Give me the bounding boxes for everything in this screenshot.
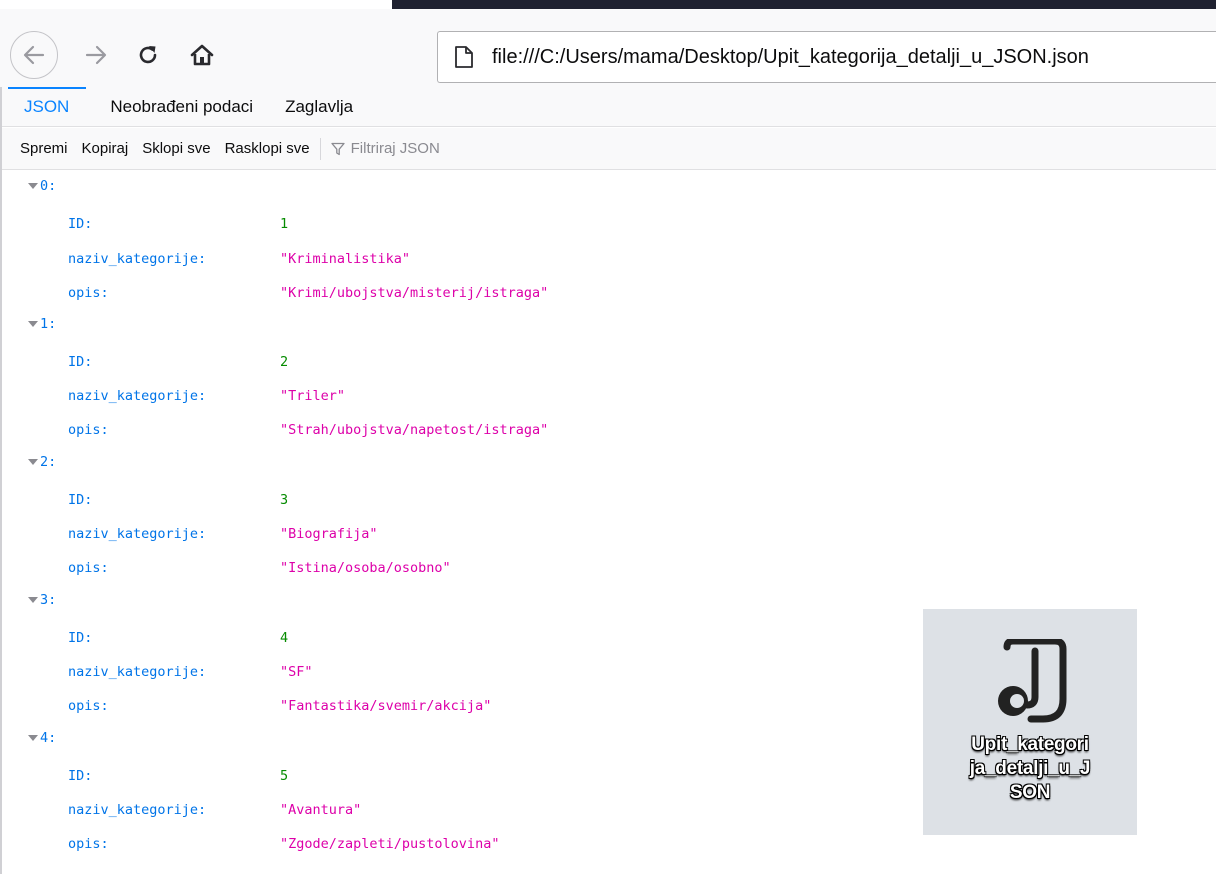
desktop-file-label-line: Upit_kategori [971, 734, 1089, 755]
tree-row: naziv_kategorije: "Biografija" [0, 522, 900, 546]
json-string-value: "Avantura" [280, 802, 362, 818]
desktop-file-label-line: SON [1009, 782, 1051, 803]
home-button[interactable] [182, 31, 222, 79]
expand-twisty-icon[interactable] [28, 597, 38, 603]
record-index: 3: [40, 592, 57, 608]
filter-icon [330, 142, 345, 156]
expand-twisty-icon[interactable] [28, 183, 38, 189]
json-key: opis: [68, 560, 109, 576]
arrow-left-icon [23, 45, 45, 65]
json-string-value: "Krimi/ubojstva/misterij/istraga" [280, 285, 549, 301]
record-index: 2: [40, 454, 57, 470]
arrow-right-icon [85, 45, 107, 65]
filter-placeholder: Filtriraj JSON [350, 140, 440, 157]
tree-row-index[interactable]: 2: [0, 450, 900, 474]
json-key: opis: [68, 836, 109, 852]
browser-window: file:///C:/Users/mama/Desktop/Upit_kateg… [0, 0, 1216, 874]
expand-all-button[interactable]: Rasklopi sve [225, 140, 310, 157]
tree-row: opis: "Fantastika/svemir/akcija" [0, 694, 900, 718]
tree-row-index[interactable]: 1: [0, 312, 900, 336]
tree-row-index[interactable]: 3: [0, 588, 900, 612]
json-number-value: 2 [280, 354, 289, 370]
address-bar[interactable]: file:///C:/Users/mama/Desktop/Upit_kateg… [437, 31, 1216, 83]
json-key: naziv_kategorije: [68, 388, 207, 404]
json-key: naziv_kategorije: [68, 802, 207, 818]
address-bar-url: file:///C:/Users/mama/Desktop/Upit_kateg… [492, 45, 1089, 68]
tab-raw-data[interactable]: Neobrađeni podaci [94, 87, 269, 126]
window-top-edge [392, 0, 1216, 9]
json-string-value: "Triler" [280, 388, 346, 404]
json-number-value: 3 [280, 492, 289, 508]
navigation-toolbar: file:///C:/Users/mama/Desktop/Upit_kateg… [0, 9, 1216, 87]
json-key: ID: [68, 354, 93, 370]
collapse-all-button[interactable]: Sklopi sve [142, 140, 210, 157]
desktop-file-label-line: ja_detalji_u_J [969, 758, 1091, 779]
json-string-value: "Istina/osoba/osobno" [280, 560, 451, 576]
tree-row-index[interactable]: 0: [0, 174, 900, 198]
reload-icon [139, 46, 157, 64]
desktop-file-label: Upit_kategori ja_detalji_u_J SON [933, 733, 1127, 805]
record-index: 1: [40, 316, 57, 332]
json-string-value: "Zgode/zapleti/pustolovina" [280, 836, 500, 852]
tree-row: opis: "Strah/ubojstva/napetost/istraga" [0, 418, 900, 442]
expand-twisty-icon[interactable] [28, 459, 38, 465]
tree-row: ID: 1 [0, 212, 900, 236]
page-icon [450, 43, 478, 71]
record-index: 4: [40, 730, 57, 746]
tree-row: ID: 5 [0, 764, 900, 788]
save-button[interactable]: Spremi [20, 140, 68, 157]
json-key: opis: [68, 285, 109, 301]
json-viewer-tabs: JSON Neobrađeni podaci Zaglavlja [0, 87, 1216, 127]
json-key: ID: [68, 630, 93, 646]
tree-row: naziv_kategorije: "SF" [0, 660, 900, 684]
tree-row: opis: "Zgode/zapleti/pustolovina" [0, 832, 900, 856]
forward-button[interactable] [76, 31, 116, 79]
tab-json[interactable]: JSON [0, 87, 94, 126]
json-number-value: 4 [280, 630, 289, 646]
json-file-icon [998, 639, 1067, 723]
json-key: ID: [68, 768, 93, 784]
json-string-value: "Strah/ubojstva/napetost/istraga" [280, 422, 549, 438]
back-button[interactable] [10, 31, 58, 79]
json-number-value: 1 [280, 216, 289, 232]
tab-headers[interactable]: Zaglavlja [269, 87, 369, 126]
copy-button[interactable]: Kopiraj [82, 140, 129, 157]
tree-row: naziv_kategorije: "Triler" [0, 384, 900, 408]
expand-twisty-icon[interactable] [28, 321, 38, 327]
tree-row: opis: "Krimi/ubojstva/misterij/istraga" [0, 281, 900, 305]
tree-row: ID: 3 [0, 488, 900, 512]
tree-row: ID: 4 [0, 626, 900, 650]
json-key: naziv_kategorije: [68, 526, 207, 542]
reload-button[interactable] [128, 31, 168, 79]
json-key: opis: [68, 422, 109, 438]
record-index: 0: [40, 178, 57, 194]
filter-json-input[interactable]: Filtriraj JSON [330, 140, 440, 157]
tree-row: opis: "Istina/osoba/osobno" [0, 556, 900, 580]
tree-row: ID: 2 [0, 350, 900, 374]
tree-row: naziv_kategorije: "Kriminalistika" [0, 247, 900, 271]
json-key: ID: [68, 492, 93, 508]
desktop-file-shortcut[interactable]: Upit_kategori ja_detalji_u_J SON [923, 609, 1137, 835]
expand-twisty-icon[interactable] [28, 735, 38, 741]
json-string-value: "SF" [280, 664, 313, 680]
json-toolbar: Spremi Kopiraj Sklopi sve Rasklopi sve F… [0, 128, 1216, 170]
json-key: naziv_kategorije: [68, 251, 207, 267]
json-number-value: 5 [280, 768, 289, 784]
json-string-value: "Biografija" [280, 526, 378, 542]
json-key: ID: [68, 216, 93, 232]
json-string-value: "Kriminalistika" [280, 251, 411, 267]
json-key: opis: [68, 698, 109, 714]
home-icon [190, 44, 214, 66]
toolbar-divider [319, 137, 321, 160]
tree-row: naziv_kategorije: "Avantura" [0, 798, 900, 822]
tree-row-index[interactable]: 4: [0, 726, 900, 750]
json-key: naziv_kategorije: [68, 664, 207, 680]
json-string-value: "Fantastika/svemir/akcija" [280, 698, 492, 714]
